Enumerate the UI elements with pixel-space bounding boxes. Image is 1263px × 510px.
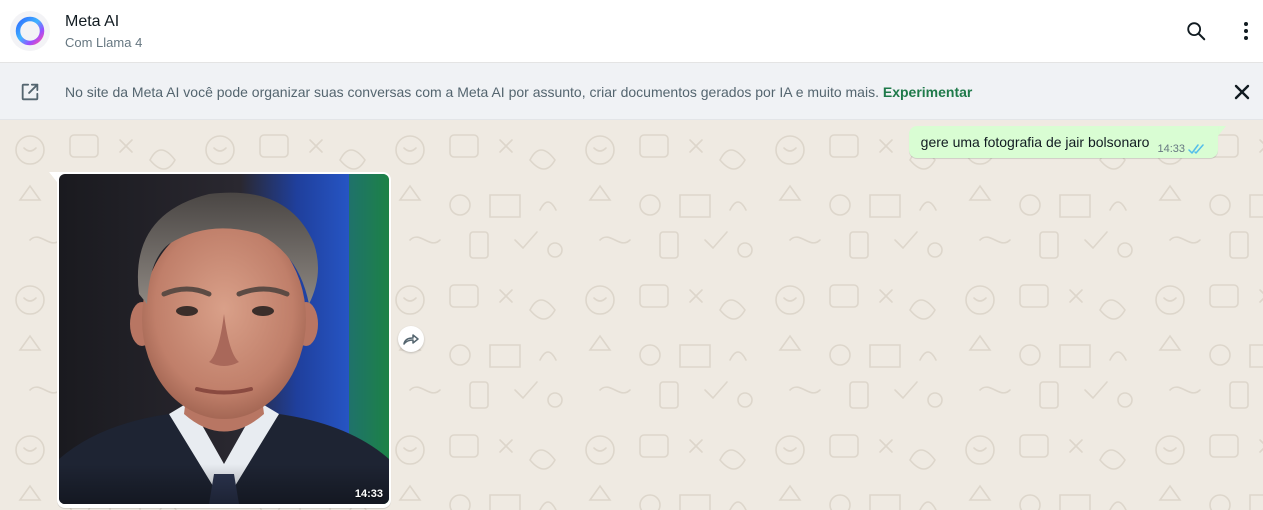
meta-ai-ring-icon <box>15 16 45 46</box>
meta-ai-avatar[interactable] <box>10 11 50 51</box>
banner-icon-wrap <box>19 81 41 103</box>
outgoing-message[interactable]: gere uma fotografia de jair bolsonaro 14… <box>908 126 1218 158</box>
close-icon <box>1234 84 1250 100</box>
search-icon <box>1187 22 1206 41</box>
try-it-link[interactable]: Experimentar <box>883 84 972 100</box>
chat-subtitle: Com Llama 4 <box>65 35 143 50</box>
portrait-photo <box>59 174 389 504</box>
message-time: 14:33 <box>1157 143 1185 155</box>
chat-title[interactable]: Meta AI <box>65 13 119 31</box>
forward-button[interactable] <box>398 326 424 352</box>
image-message-time: 14:33 <box>354 488 383 500</box>
message-meta: 14:33 <box>1157 143 1206 155</box>
message-text: gere uma fotografia de jair bolsonaro <box>920 134 1150 150</box>
chat-area[interactable]: gere uma fotografia de jair bolsonaro 14… <box>0 120 1263 510</box>
chat-header: Meta AI Com Llama 4 <box>0 0 1263 63</box>
generated-image[interactable]: 14:33 <box>59 174 389 504</box>
menu-button[interactable] <box>1233 18 1259 44</box>
kebab-menu-icon <box>1244 22 1248 40</box>
banner-message: No site da Meta AI você pode organizar s… <box>65 84 879 100</box>
double-check-icon <box>1188 143 1204 154</box>
forward-icon <box>403 334 419 345</box>
incoming-image-message[interactable]: 14:33 <box>57 172 391 508</box>
meta-ai-info-banner: No site da Meta AI você pode organizar s… <box>0 63 1263 120</box>
outgoing-bubble-tail <box>1218 126 1226 136</box>
banner-close-button[interactable] <box>1229 79 1255 105</box>
incoming-bubble-tail <box>49 172 57 182</box>
photo-time-shade <box>59 464 389 504</box>
open-external-icon <box>21 83 39 101</box>
search-button[interactable] <box>1183 18 1209 44</box>
banner-text: No site da Meta AI você pode organizar s… <box>65 84 972 100</box>
